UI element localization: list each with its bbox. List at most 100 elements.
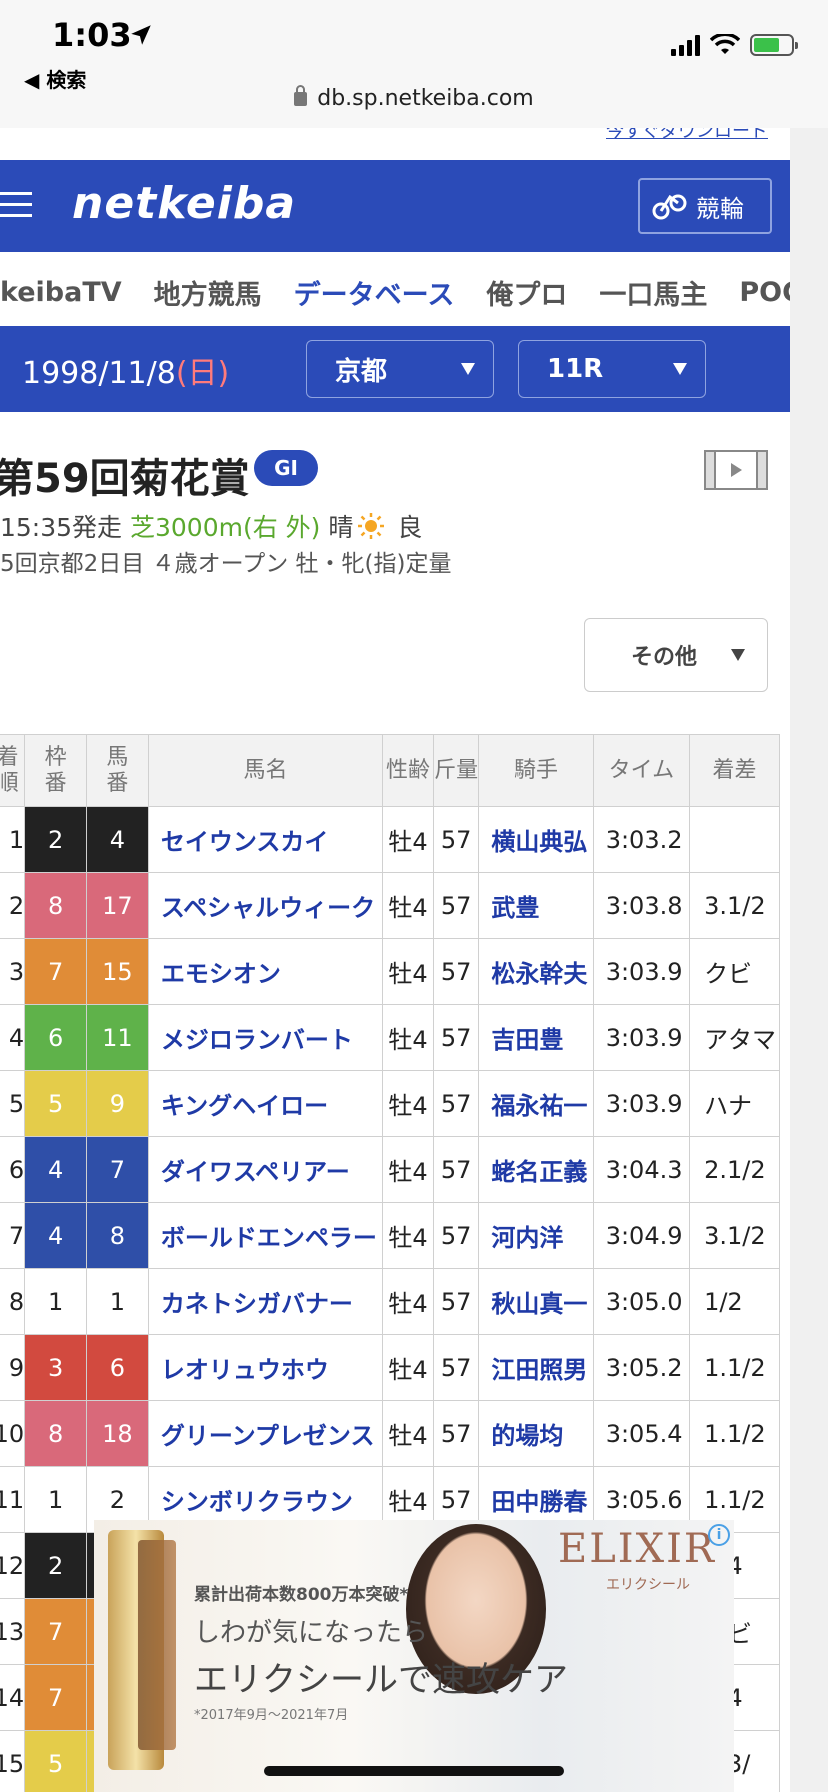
category-tabs: keibaTV 地方競馬 データベース 俺プロ 一口馬主 POG [0, 252, 790, 332]
rank-cell: 15 [0, 1730, 26, 1792]
day-of-week: (日) [175, 356, 230, 391]
tab-hitokuchi[interactable]: 一口馬主 [583, 252, 723, 332]
rank-cell: 8 [0, 1268, 26, 1335]
rank-cell: 1 [0, 806, 26, 873]
jockey-name-link[interactable]: 的場均 [478, 1400, 594, 1467]
jockey-name-link[interactable]: 福永祐一 [478, 1070, 594, 1137]
sex-age-cell: 牡4 [382, 1004, 434, 1071]
tab-database[interactable]: データベース [278, 252, 471, 332]
chevron-down-icon [731, 649, 745, 661]
sex-age-cell: 牡4 [382, 1202, 434, 1269]
margin-cell: 3.1/2 [689, 872, 780, 939]
keirin-button[interactable]: 競輪 [638, 178, 772, 234]
jockey-name-link[interactable]: 江田照男 [478, 1334, 594, 1401]
menu-icon[interactable] [0, 192, 32, 218]
wifi-icon [710, 34, 740, 54]
start-time: 15:35発走 [0, 513, 123, 542]
sex-age-cell: 牡4 [382, 1070, 434, 1137]
ad-line-1: 累計出荷本数800万本突破* [194, 1585, 409, 1605]
jockey-name-link[interactable]: 武豊 [478, 872, 594, 939]
waku-cell: 2 [24, 1532, 87, 1599]
table-row: 2 8 17 スペシャルウィーク 牡4 57 武豊 3:03.8 3.1/2 [0, 872, 780, 939]
weight-cell: 57 [432, 1136, 480, 1203]
status-bar: 1:03 ◀ 検索 db.sp.netkeiba.com [0, 0, 828, 128]
horse-name-link[interactable]: セイウンスカイ [147, 806, 384, 873]
time-cell: 3:05.0 [592, 1268, 691, 1335]
horse-name-link[interactable]: メジロランバート [147, 1004, 384, 1071]
margin-cell: 3.1/2 [689, 1202, 780, 1269]
video-icon[interactable] [704, 450, 768, 490]
jockey-name-link[interactable]: 河内洋 [478, 1202, 594, 1269]
sex-age-cell: 牡4 [382, 1136, 434, 1203]
url-text: db.sp.netkeiba.com [317, 86, 534, 111]
status-icons [671, 34, 798, 56]
table-row: 10818グリーンプレゼンス牡457的場均3:05.41.1/2 [0, 1400, 780, 1467]
margin-cell: 1.1/2 [689, 1334, 780, 1401]
other-dropdown[interactable]: その他 [584, 618, 768, 692]
rank-cell: 7 [0, 1202, 26, 1269]
uma-cell: 18 [86, 1400, 149, 1467]
chevron-down-icon [461, 363, 475, 375]
margin-cell: 2.1/2 [689, 1136, 780, 1203]
table-row: 3 7 15 エモシオン 牡4 57 松永幹夫 3:03.9 クビ [0, 938, 780, 1005]
horse-name-link[interactable]: グリーンプレゼンス [147, 1400, 384, 1467]
uma-cell: 17 [86, 872, 149, 939]
bicycle-icon [652, 194, 687, 220]
uma-cell: 8 [86, 1202, 149, 1269]
horse-name-link[interactable]: カネトシガバナー [147, 1268, 384, 1335]
waku-cell: 7 [24, 938, 87, 1005]
weight-cell: 57 [432, 1004, 480, 1071]
uma-cell: 11 [86, 1004, 149, 1071]
horse-name-link[interactable]: エモシオン [147, 938, 384, 1005]
table-row: 8 1 1 カネトシガバナー 牡4 57 秋山真一 3:05.0 1/2 [0, 1268, 780, 1335]
tab-keibatv[interactable]: keibaTV [0, 252, 138, 332]
waku-cell: 4 [24, 1136, 87, 1203]
venue-select[interactable]: 京都 [306, 340, 494, 398]
sun-icon [358, 513, 385, 539]
margin-cell: 1.1/2 [689, 1400, 780, 1467]
uma-cell: 9 [86, 1070, 149, 1137]
home-indicator[interactable] [264, 1766, 564, 1776]
ad-info-icon[interactable]: i [708, 1524, 730, 1546]
table-row: 4 6 11 メジロランバート 牡4 57 吉田豊 3:03.9 アタマ [0, 1004, 780, 1071]
app-download-link[interactable]: 今すぐダウンロード [606, 128, 768, 142]
jockey-name-link[interactable]: 松永幹夫 [478, 938, 594, 1005]
keirin-label: 競輪 [696, 194, 744, 223]
rank-cell: 3 [0, 938, 26, 1005]
jockey-name-link[interactable]: 秋山真一 [478, 1268, 594, 1335]
ad-line-3: エリクシールで速攻ケア [194, 1660, 568, 1700]
table-row: 9 3 6 レオリュウホウ 牡4 57 江田照男 3:05.2 1.1/2 [0, 1334, 780, 1401]
tab-pog[interactable]: POG [723, 252, 790, 332]
tab-ore-pro[interactable]: 俺プロ [470, 252, 583, 332]
jockey-name-link[interactable]: 吉田豊 [478, 1004, 594, 1071]
waku-cell: 7 [24, 1598, 87, 1665]
race-number-select[interactable]: 11R [518, 340, 706, 398]
tab-chiho-keiba[interactable]: 地方競馬 [138, 252, 278, 332]
advertisement-banner[interactable]: ELIXIR エリクシール 累計出荷本数800万本突破* しわが気になったら エ… [94, 1520, 734, 1792]
ad-footnote: *2017年9月〜2021年7月 [194, 1708, 349, 1723]
rank-cell: 14 [0, 1664, 26, 1731]
waku-cell: 2 [24, 806, 87, 873]
time-cell: 3:04.9 [592, 1202, 691, 1269]
jockey-name-link[interactable]: 蛯名正義 [478, 1136, 594, 1203]
waku-cell: 5 [24, 1730, 87, 1792]
horse-name-link[interactable]: ダイワスペリアー [147, 1136, 384, 1203]
address-bar[interactable]: db.sp.netkeiba.com [0, 85, 828, 111]
col-waku: 枠番 [24, 734, 87, 807]
page-edge [790, 128, 828, 1792]
waku-cell: 1 [24, 1268, 87, 1335]
sex-age-cell: 牡4 [382, 938, 434, 1005]
weight-cell: 57 [432, 1334, 480, 1401]
col-name: 馬名 [147, 734, 384, 807]
horse-name-link[interactable]: スペシャルウィーク [147, 872, 384, 939]
rank-cell: 13 [0, 1598, 26, 1665]
jockey-name-link[interactable]: 横山典弘 [478, 806, 594, 873]
race-details: 5回京都2日目 ４歳オープン 牡・牝(指)定量 [0, 551, 452, 577]
rank-cell: 4 [0, 1004, 26, 1071]
product-image-secondary [138, 1540, 176, 1750]
horse-name-link[interactable]: キングヘイロー [147, 1070, 384, 1137]
horse-name-link[interactable]: レオリュウホウ [147, 1334, 384, 1401]
netkeiba-logo[interactable]: netkeiba [72, 178, 296, 229]
time-cell: 3:05.4 [592, 1400, 691, 1467]
horse-name-link[interactable]: ボールドエンペラー [147, 1202, 384, 1269]
